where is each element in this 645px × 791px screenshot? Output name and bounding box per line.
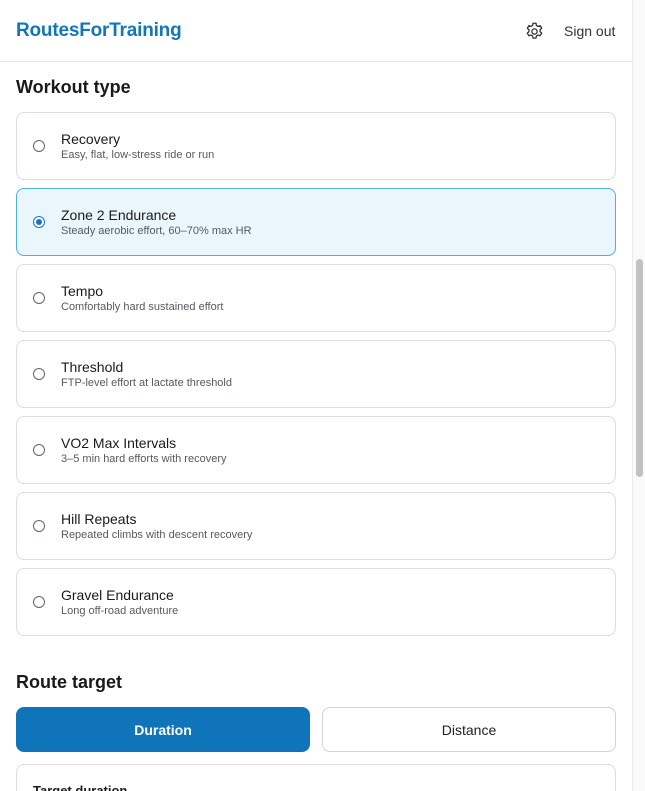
workout-option-description: Steady aerobic effort, 60–70% max HR bbox=[61, 225, 252, 237]
scrollbar-thumb[interactable] bbox=[636, 259, 643, 477]
workout-option[interactable]: Gravel Endurance Long off-road adventure bbox=[16, 568, 616, 636]
radio-button[interactable] bbox=[33, 368, 45, 380]
workout-option-description: 3–5 min hard efforts with recovery bbox=[61, 453, 227, 465]
workout-option-name: Hill Repeats bbox=[61, 511, 137, 527]
radio-button[interactable] bbox=[33, 140, 45, 152]
workout-option-description: Repeated climbs with descent recovery bbox=[61, 529, 253, 541]
route-target-heading: Route target bbox=[16, 672, 123, 692]
workout-option[interactable]: Hill Repeats Repeated climbs with descent… bbox=[16, 492, 616, 560]
sign-out-button[interactable]: Sign out bbox=[564, 23, 615, 39]
workout-option-description: Long off-road adventure bbox=[61, 605, 179, 617]
target-duration-label: Target duration bbox=[33, 783, 128, 791]
brand-logo[interactable]: RoutesForTraining bbox=[16, 20, 182, 42]
workout-option[interactable]: Threshold FTP-level effort at lactate thr… bbox=[16, 340, 616, 408]
workout-option[interactable]: VO2 Max Intervals 3–5 min hard efforts wi… bbox=[16, 416, 616, 484]
workout-option[interactable]: Recovery Easy, flat, low-stress ride or r… bbox=[16, 112, 616, 180]
workout-option-name: Threshold bbox=[61, 359, 124, 375]
workout-option-description: Easy, flat, low-stress ride or run bbox=[61, 149, 215, 161]
workout-option-name: Gravel Endurance bbox=[61, 587, 174, 603]
workout-type-heading: Workout type bbox=[16, 77, 131, 97]
top-header: RoutesForTraining Sign out bbox=[0, 0, 632, 62]
radio-button[interactable] bbox=[33, 596, 45, 608]
workout-option-name: Zone 2 Endurance bbox=[61, 207, 177, 223]
workout-option-name: VO2 Max Intervals bbox=[61, 435, 177, 451]
scrollbar[interactable] bbox=[632, 0, 645, 791]
workout-option-description: Comfortably hard sustained effort bbox=[61, 301, 224, 313]
radio-button[interactable] bbox=[33, 444, 45, 456]
radio-button[interactable] bbox=[33, 216, 45, 228]
workout-option[interactable]: Tempo Comfortably hard sustained effort bbox=[16, 264, 616, 332]
radio-button[interactable] bbox=[33, 520, 45, 532]
radio-selected-dot bbox=[36, 219, 42, 225]
workout-type-options: Recovery Easy, flat, low-stress ride or r… bbox=[16, 112, 616, 644]
target-duration-card: Target duration bbox=[16, 764, 616, 791]
workout-option[interactable]: Zone 2 Endurance Steady aerobic effort, 6… bbox=[16, 188, 616, 256]
workout-option-description: FTP-level effort at lactate threshold bbox=[61, 377, 232, 389]
workout-option-name: Tempo bbox=[61, 283, 104, 299]
gear-icon[interactable] bbox=[524, 21, 545, 42]
workout-option-name: Recovery bbox=[61, 131, 121, 147]
radio-button[interactable] bbox=[33, 292, 45, 304]
distance-toggle-button[interactable]: Distance bbox=[322, 707, 616, 752]
duration-toggle-button[interactable]: Duration bbox=[16, 707, 310, 752]
app: RoutesForTraining Sign out Workout type … bbox=[0, 0, 632, 791]
